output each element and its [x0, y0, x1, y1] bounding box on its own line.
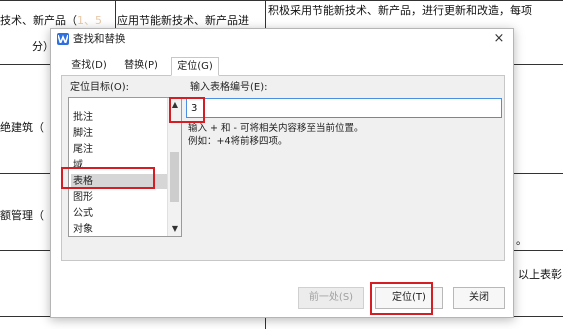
- tab-goto[interactable]: 定位(G): [171, 57, 219, 76]
- doc-line: 应用节能新技术、新产品进: [117, 14, 249, 27]
- goto-target-list[interactable]: 批注 脚注 尾注 域 表格 图形 公式 对象 ▲ ▼: [68, 97, 182, 237]
- goto-panel: 定位目标(O): 批注 脚注 尾注 域 表格 图形 公式 对象 ▲ ▼ 输入表格…: [61, 75, 505, 261]
- find-replace-dialog: 查找和替换 × 查找(D) 替换(P) 定位(G) 定位目标(O): 批注 脚注…: [50, 28, 514, 318]
- doc-line: 额管理（: [0, 209, 44, 222]
- dialog-title: 查找和替换: [73, 33, 126, 45]
- hint-text: 输入 + 和 - 可将相关内容移至当前位置。: [188, 123, 364, 134]
- previous-button[interactable]: 前一处(S): [298, 287, 364, 309]
- doc-line: 技术、新产品（1、5: [0, 14, 102, 27]
- tab-replace[interactable]: 替换(P): [117, 57, 165, 76]
- close-button[interactable]: 关闭: [453, 287, 505, 309]
- doc-line: 。: [516, 234, 527, 247]
- doc-line: 以上表彰: [518, 268, 562, 281]
- tab-find[interactable]: 查找(D): [65, 57, 113, 76]
- list-item[interactable]: 尾注: [73, 142, 165, 157]
- scrollbar-thumb[interactable]: [170, 152, 179, 202]
- goto-target-label: 定位目标(O):: [70, 82, 130, 93]
- wps-app-icon: [57, 33, 69, 45]
- list-item[interactable]: 域: [73, 158, 165, 173]
- dialog-titlebar[interactable]: 查找和替换 ×: [51, 29, 513, 49]
- doc-line: 积极采用节能新技术、新产品，进行更新和改造，每项: [268, 4, 532, 17]
- chevron-down-icon[interactable]: ▼: [170, 224, 180, 234]
- list-scrollbar[interactable]: ▲ ▼: [167, 98, 181, 236]
- list-item[interactable]: 图形: [73, 190, 165, 205]
- list-item[interactable]: 对象: [73, 222, 165, 236]
- hint-example-text: 例如：+4将前移四项。: [188, 136, 288, 147]
- goto-button[interactable]: 定位(T): [375, 287, 443, 309]
- list-item[interactable]: 批注: [73, 110, 165, 125]
- list-item-selected[interactable]: 表格: [71, 174, 167, 189]
- table-number-label: 输入表格编号(E):: [190, 82, 268, 93]
- table-number-input[interactable]: [186, 98, 502, 118]
- list-item[interactable]: 脚注: [73, 126, 165, 141]
- list-item[interactable]: 公式: [73, 206, 165, 221]
- chevron-up-icon[interactable]: ▲: [170, 100, 180, 110]
- table-border: [0, 0, 563, 1]
- doc-line: 绝建筑（: [0, 121, 44, 134]
- close-icon[interactable]: ×: [491, 31, 507, 47]
